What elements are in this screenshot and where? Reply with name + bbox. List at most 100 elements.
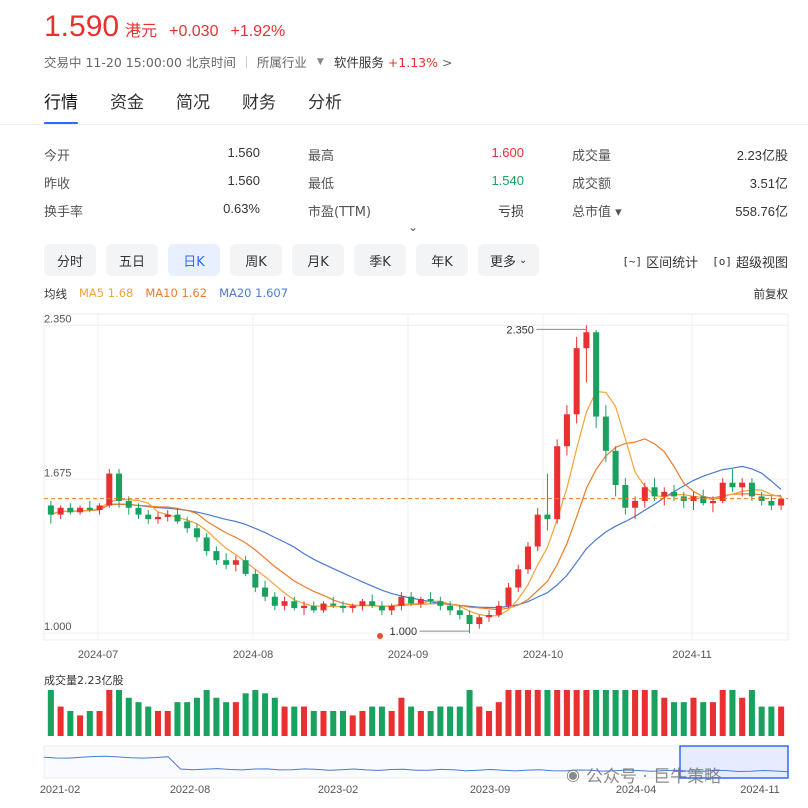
period-intraday[interactable]: 分时 <box>44 244 96 276</box>
caret-down-icon: ▼ <box>316 56 324 67</box>
volume-bar <box>680 702 687 736</box>
stats-row: 昨收 1.560 最低 1.540 成交额 3.51亿 <box>44 168 788 196</box>
period-daily[interactable]: 日K <box>168 244 220 276</box>
candle-body <box>116 473 123 501</box>
volume-bar <box>544 690 551 736</box>
plot-area <box>43 313 789 641</box>
candle-body <box>709 500 716 504</box>
period-yearly[interactable]: 年K <box>416 244 468 276</box>
volume-bar <box>719 690 726 736</box>
volume-bar <box>505 690 512 736</box>
candle-body <box>447 605 454 611</box>
volume-bar <box>378 706 385 736</box>
candle-body <box>106 473 113 506</box>
candle-body <box>47 505 54 515</box>
tab-funds[interactable]: 资金 <box>110 88 144 125</box>
industry-pct: +1.13% <box>387 55 439 70</box>
super-view-button[interactable]: [o] 超级视图 <box>712 252 788 271</box>
volume-bar <box>77 715 84 736</box>
volume-bar <box>349 715 356 736</box>
tab-analysis[interactable]: 分析 <box>308 88 342 125</box>
stat-label: 换手率 <box>44 204 84 220</box>
price-tick-label: 1.675 <box>44 467 72 479</box>
volume-bar <box>583 690 590 736</box>
volume-bar <box>398 697 405 736</box>
volume-bar <box>369 706 376 736</box>
stat-low: 最低 1.540 <box>308 173 524 192</box>
volume-bar <box>417 710 424 736</box>
candle-body <box>661 491 668 497</box>
overview-date-label: 2023-02 <box>318 784 358 796</box>
candle-body <box>349 605 356 609</box>
candle-body <box>739 482 746 488</box>
period-quarterly[interactable]: 季K <box>354 244 406 276</box>
volume-bar <box>671 702 678 736</box>
candle-body <box>408 596 415 604</box>
candle-body <box>486 614 493 618</box>
stat-value: 1.560 <box>227 144 260 160</box>
industry-link[interactable]: 软件服务 +1.13% > <box>334 52 453 71</box>
main-tabs: 行情 资金 简况 财务 分析 <box>44 88 342 125</box>
volume-bar <box>184 702 191 736</box>
volume-bar <box>622 690 629 736</box>
volume-bar <box>339 710 346 736</box>
stat-value: 558.76亿 <box>735 203 788 219</box>
volume-bar <box>359 710 366 736</box>
quote-header: 1.590 港元 +0.030 +1.92% <box>44 10 285 44</box>
candle-body <box>573 348 580 415</box>
date-tick-label: 2024-11 <box>672 649 712 661</box>
volume-bar <box>651 690 658 736</box>
volume-bar <box>252 690 259 736</box>
volume-bar <box>106 690 113 736</box>
candle-body <box>583 332 590 349</box>
candle-body <box>339 605 346 609</box>
volume-bar <box>213 697 220 736</box>
volume-bar <box>427 710 434 736</box>
candle-body <box>700 496 707 504</box>
candle-body <box>135 507 142 515</box>
tab-profile[interactable]: 简况 <box>176 88 210 125</box>
candle-body <box>778 498 785 506</box>
tab-quote[interactable]: 行情 <box>44 88 78 125</box>
volume-bar <box>563 690 570 736</box>
stat-volume: 成交量 2.23亿股 <box>572 145 788 164</box>
price-change-pct: +1.92% <box>230 23 286 40</box>
candle-body <box>612 450 619 485</box>
tab-finance[interactable]: 财务 <box>242 88 276 125</box>
period-more[interactable]: 更多 ⌄ <box>478 244 540 276</box>
stat-market-cap[interactable]: 总市值 ▾ 558.76亿 <box>572 201 788 220</box>
candle-body <box>563 414 570 447</box>
candle-body <box>154 516 161 520</box>
candle-body <box>77 507 84 513</box>
volume-bar <box>709 702 716 736</box>
candle-body <box>262 587 269 597</box>
candle-body <box>184 521 191 529</box>
stat-label: 成交量 <box>572 148 612 164</box>
range-stats-label: 区间统计 <box>646 256 699 271</box>
stat-value: 2.23亿股 <box>736 147 788 163</box>
volume-bar <box>262 693 269 736</box>
date-tick-label: 2024-07 <box>78 649 118 661</box>
high-marker-label: 2.350 <box>506 324 534 336</box>
currency-unit: 港元 <box>125 21 158 40</box>
volume-bar <box>524 690 531 736</box>
volume-bar <box>602 690 609 736</box>
period-monthly[interactable]: 月K <box>292 244 344 276</box>
candle-body <box>505 587 512 606</box>
candle-body <box>164 514 171 517</box>
stats-grid: 今开 1.560 最高 1.600 成交量 2.23亿股 昨收 1.560 最低 1.54… <box>44 140 788 224</box>
range-stats-button[interactable]: [~] 区间统计 <box>622 252 698 271</box>
period-5day[interactable]: 五日 <box>106 244 158 276</box>
focus-icon: [o] <box>712 255 732 268</box>
candle-body <box>476 617 483 625</box>
kline-chart[interactable]: 2.350 1.675 1.000 2.350 1.000 2024-07 2024-08 2… <box>0 300 808 808</box>
chevron-down-icon: ⌄ <box>519 254 528 266</box>
range-icon: [~] <box>622 255 643 268</box>
expand-chevron-icon[interactable]: ⌄ <box>408 220 418 234</box>
stat-turnover-rate: 换手率 0.63% <box>44 201 260 220</box>
stat-label: 今开 <box>44 148 71 164</box>
period-weekly[interactable]: 周K <box>230 244 282 276</box>
candle-body <box>330 603 337 606</box>
stat-turnover: 成交额 3.51亿 <box>572 173 788 192</box>
volume-bar <box>700 702 707 736</box>
